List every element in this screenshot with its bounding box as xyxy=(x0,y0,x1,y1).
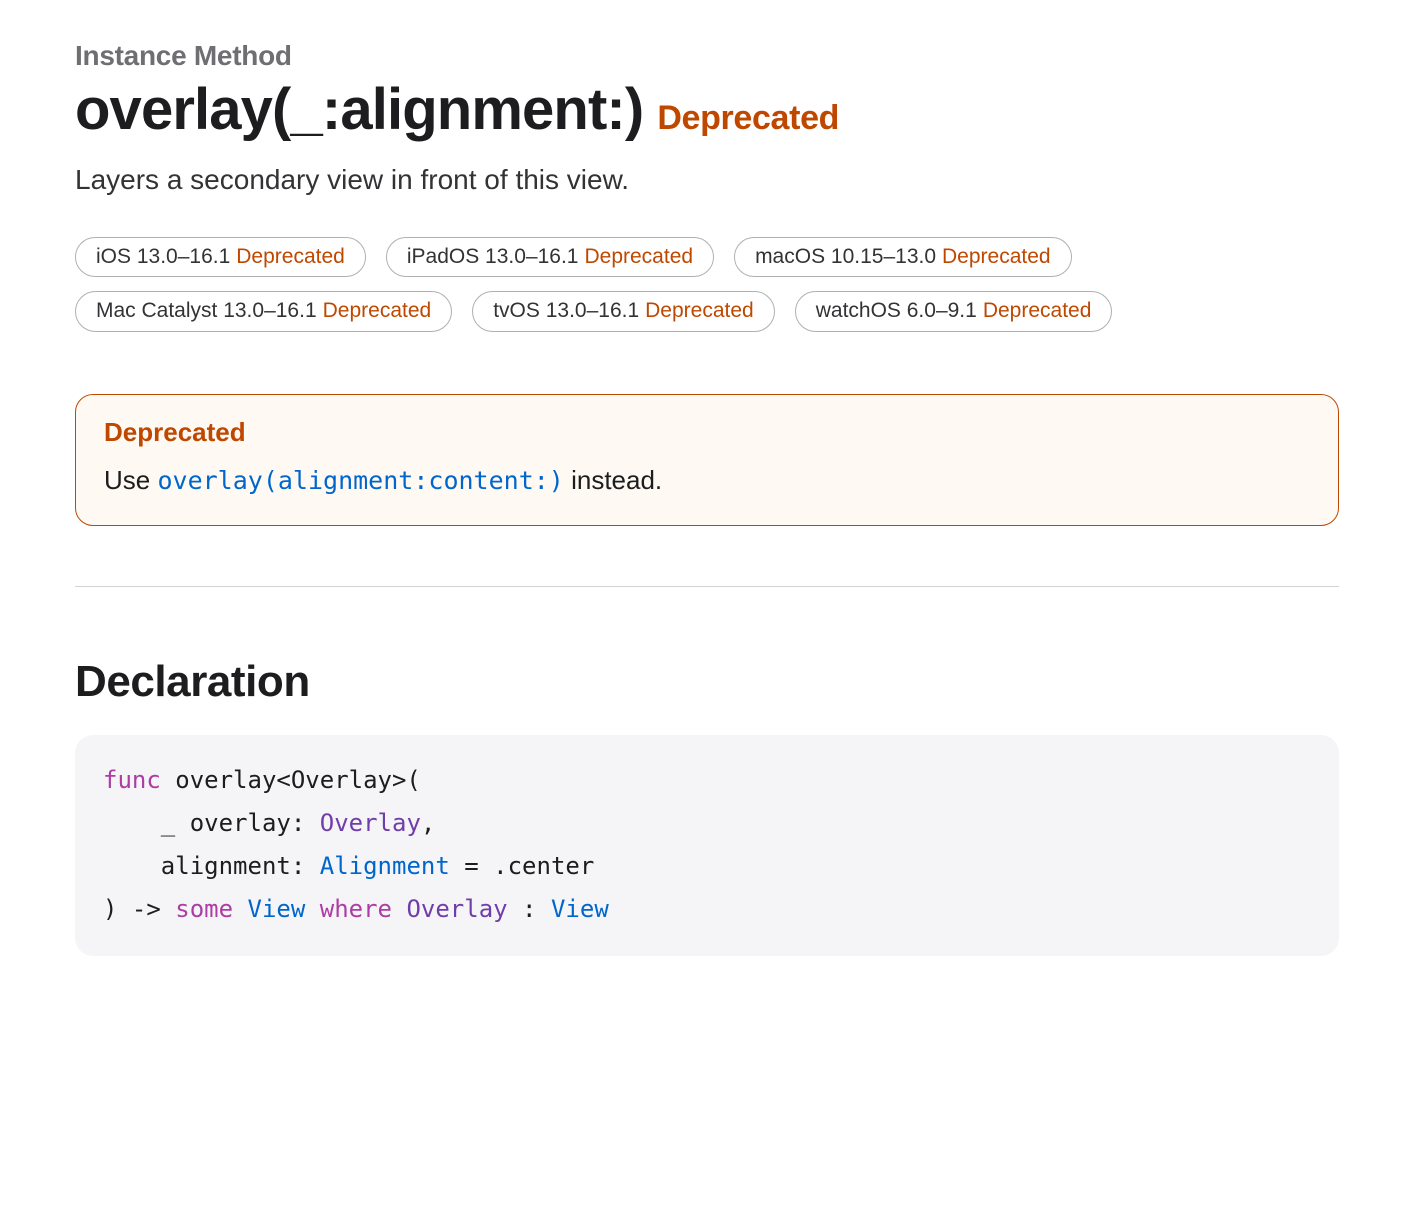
platform-status: Deprecated xyxy=(584,242,693,271)
platform-pill: watchOS 6.0–9.1 Deprecated xyxy=(795,291,1113,331)
platform-label: iOS 13.0–16.1 xyxy=(96,242,230,271)
declaration-heading: Declaration xyxy=(75,657,1339,707)
code-text: _ overlay: xyxy=(103,809,320,837)
platform-pill: tvOS 13.0–16.1 Deprecated xyxy=(472,291,775,331)
platform-label: macOS 10.15–13.0 xyxy=(755,242,936,271)
code-type: Overlay xyxy=(320,809,421,837)
platform-pill: iPadOS 13.0–16.1 Deprecated xyxy=(386,237,714,277)
platform-pill: Mac Catalyst 13.0–16.1 Deprecated xyxy=(75,291,452,331)
code-type-link[interactable]: View xyxy=(551,895,609,923)
page-title: overlay(_:alignment:) xyxy=(75,78,643,142)
platform-label: watchOS 6.0–9.1 xyxy=(816,296,977,325)
code-text: ) -> xyxy=(103,895,175,923)
declaration-code: func overlay<Overlay>( _ overlay: Overla… xyxy=(75,735,1339,956)
aside-link[interactable]: overlay(alignment:content:) xyxy=(157,466,563,495)
platform-pill: iOS 13.0–16.1 Deprecated xyxy=(75,237,366,277)
deprecated-badge: Deprecated xyxy=(657,99,839,138)
deprecated-aside: Deprecated Use overlay(alignment:content… xyxy=(75,394,1339,527)
platform-status: Deprecated xyxy=(323,296,432,325)
platform-status: Deprecated xyxy=(942,242,1051,271)
aside-text-suffix: instead. xyxy=(564,465,662,495)
code-text xyxy=(392,895,406,923)
code-text xyxy=(233,895,247,923)
platform-status: Deprecated xyxy=(983,296,1092,325)
code-keyword: some xyxy=(175,895,233,923)
code-text: , xyxy=(421,809,435,837)
code-type-link[interactable]: Alignment xyxy=(320,852,450,880)
code-text: alignment: xyxy=(103,852,320,880)
title-row: overlay(_:alignment:) Deprecated xyxy=(75,78,1339,142)
code-text xyxy=(305,895,319,923)
code-text: overlay<Overlay>( xyxy=(161,766,421,794)
code-text: = .center xyxy=(450,852,595,880)
divider xyxy=(75,586,1339,587)
summary: Layers a secondary view in front of this… xyxy=(75,160,1339,199)
code-type-link[interactable]: View xyxy=(248,895,306,923)
platform-pill: macOS 10.15–13.0 Deprecated xyxy=(734,237,1072,277)
aside-text-prefix: Use xyxy=(104,465,157,495)
platform-status: Deprecated xyxy=(645,296,754,325)
platform-label: Mac Catalyst 13.0–16.1 xyxy=(96,296,317,325)
platform-status: Deprecated xyxy=(236,242,345,271)
code-keyword: func xyxy=(103,766,161,794)
code-keyword: where xyxy=(320,895,392,923)
aside-body: Use overlay(alignment:content:) instead. xyxy=(104,462,1310,500)
platform-label: iPadOS 13.0–16.1 xyxy=(407,242,579,271)
code-type: Overlay xyxy=(406,895,507,923)
platform-list: iOS 13.0–16.1 Deprecated iPadOS 13.0–16.… xyxy=(75,237,1339,332)
aside-title: Deprecated xyxy=(104,417,1310,448)
eyebrow: Instance Method xyxy=(75,40,1339,72)
code-text: : xyxy=(508,895,551,923)
platform-label: tvOS 13.0–16.1 xyxy=(493,296,639,325)
